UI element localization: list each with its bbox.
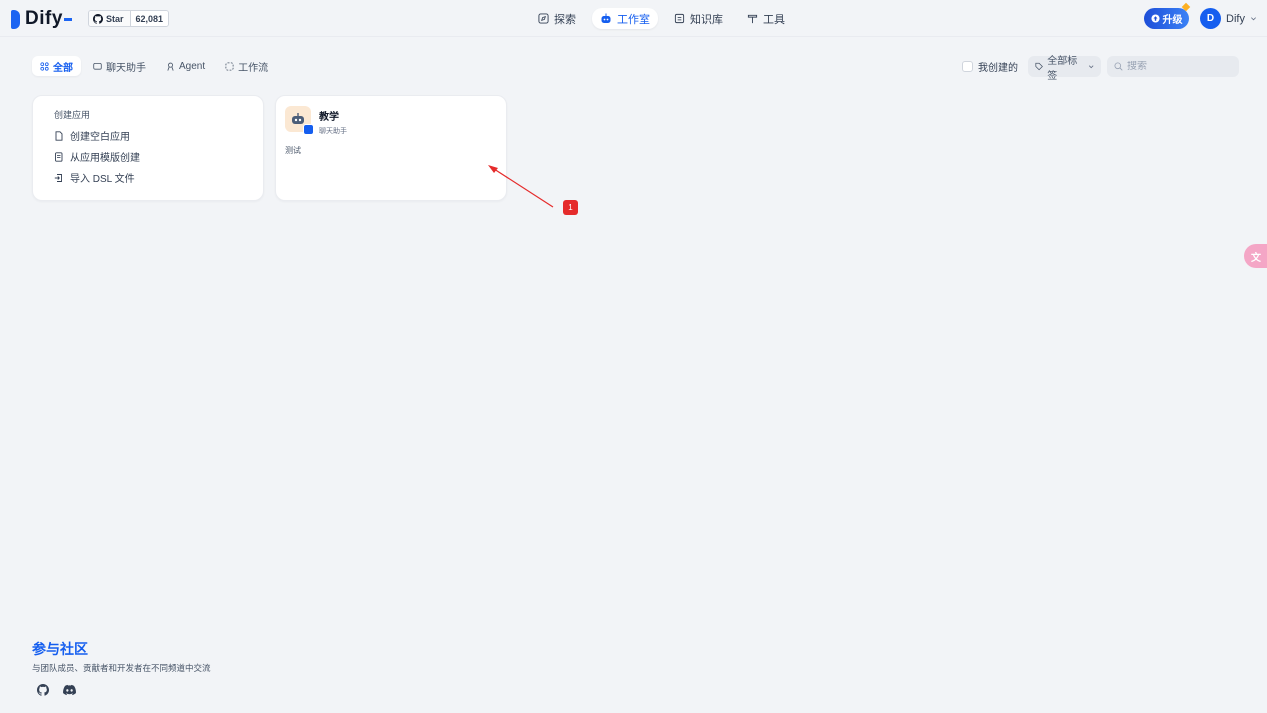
template-icon [55, 151, 63, 162]
nav-knowledge[interactable]: 知识库 [666, 8, 731, 29]
upgrade-button[interactable]: 升级 [1144, 8, 1189, 29]
app-name: 教学 [319, 112, 339, 123]
tab-all-label: 全部 [53, 62, 73, 74]
github-star-badge[interactable]: Star 62,081 [88, 10, 170, 27]
app-card[interactable]: 教学 聊天助手 测试 [275, 95, 507, 201]
nav-studio-label: 工作室 [617, 13, 650, 26]
agent-icon [167, 62, 174, 71]
github-icon[interactable] [37, 684, 49, 696]
create-app-card: 创建应用 创建空白应用 从应用模版创建 导入 DSL 文件 [32, 95, 264, 201]
app-icon [285, 106, 314, 135]
grid-icon [40, 61, 49, 71]
create-blank-label: 创建空白应用 [70, 132, 130, 143]
created-by-me-filter[interactable]: 我创建的 [962, 59, 1018, 74]
hammer-icon [747, 14, 758, 24]
create-blank-app[interactable]: 创建空白应用 [54, 125, 242, 146]
search-icon [1114, 62, 1123, 71]
chat-icon [93, 62, 102, 70]
dify-logo[interactable]: Dify [11, 8, 72, 30]
created-by-me-label: 我创建的 [978, 63, 1018, 74]
created-by-me-checkbox[interactable] [962, 61, 973, 72]
app-type-tabs: 全部 聊天助手 Agent 工作流 [32, 56, 276, 76]
file-plus-icon [55, 130, 63, 141]
book-icon [674, 13, 685, 24]
annotation-arrow [488, 165, 554, 208]
nav-tools-label: 工具 [763, 13, 785, 26]
logo-text: Dify [25, 8, 63, 29]
app-description: 测试 [285, 146, 301, 155]
annotation-badge: 1 [563, 200, 578, 215]
top-header: Dify Star 62,081 探索 工作室 知识库 工具 升级 D Dify [0, 0, 1267, 37]
create-template-label: 从应用模版创建 [70, 153, 140, 164]
tab-chat-label: 聊天助手 [106, 62, 146, 74]
tab-workflow[interactable]: 工作流 [217, 56, 276, 76]
star-label: Star [106, 13, 124, 24]
chevron-down-icon [1088, 65, 1094, 69]
github-icon [93, 13, 103, 24]
translate-icon: 文 [1251, 252, 1261, 264]
right-filters: 我创建的 全部标签 [962, 56, 1239, 82]
import-dsl-label: 导入 DSL 文件 [70, 174, 135, 185]
import-dsl-file[interactable]: 导入 DSL 文件 [54, 167, 242, 188]
main-nav: 探索 工作室 知识库 工具 [530, 8, 793, 29]
avatar: D [1200, 8, 1221, 29]
search-input[interactable] [1127, 61, 1227, 72]
logo-mark [11, 9, 20, 29]
star-count: 62,081 [129, 11, 169, 26]
translate-floating-button[interactable]: 文 [1244, 244, 1267, 268]
workflow-icon [225, 61, 234, 71]
user-name: Dify [1226, 12, 1245, 25]
upgrade-icon [1150, 14, 1160, 23]
nav-studio[interactable]: 工作室 [592, 8, 658, 29]
import-icon [54, 173, 62, 182]
tag-icon [1035, 62, 1043, 71]
user-menu[interactable]: D Dify [1200, 8, 1257, 29]
tab-all[interactable]: 全部 [32, 56, 81, 76]
robot-icon [601, 13, 611, 23]
tag-filter-label: 全部标签 [1047, 55, 1078, 82]
tab-workflow-label: 工作流 [238, 62, 269, 74]
community-footer: 参与社区 与团队成员、贡献者和开发者在不同频道中交流 [32, 639, 211, 696]
nav-tools[interactable]: 工具 [739, 8, 793, 29]
tag-filter-dropdown[interactable]: 全部标签 [1028, 56, 1101, 82]
nav-knowledge-label: 知识库 [690, 13, 723, 26]
tab-agent[interactable]: Agent [158, 56, 213, 76]
discord-icon[interactable] [63, 684, 76, 696]
create-from-template[interactable]: 从应用模版创建 [54, 146, 242, 167]
footer-description: 与团队成员、贡献者和开发者在不同频道中交流 [32, 663, 211, 673]
create-app-title: 创建应用 [54, 110, 91, 120]
tab-chat-assistant[interactable]: 聊天助手 [85, 56, 154, 76]
chevron-down-icon [1250, 17, 1256, 21]
compass-icon [538, 13, 549, 24]
chat-type-badge-icon [303, 124, 314, 135]
search-box[interactable] [1107, 56, 1239, 77]
nav-explore-label: 探索 [554, 13, 576, 26]
logo-underscore [63, 17, 72, 21]
tab-agent-label: Agent [179, 60, 206, 72]
nav-explore[interactable]: 探索 [530, 8, 584, 29]
app-type: 聊天助手 [319, 128, 347, 135]
upgrade-label: 升级 [1162, 15, 1183, 26]
footer-title: 参与社区 [32, 641, 88, 657]
